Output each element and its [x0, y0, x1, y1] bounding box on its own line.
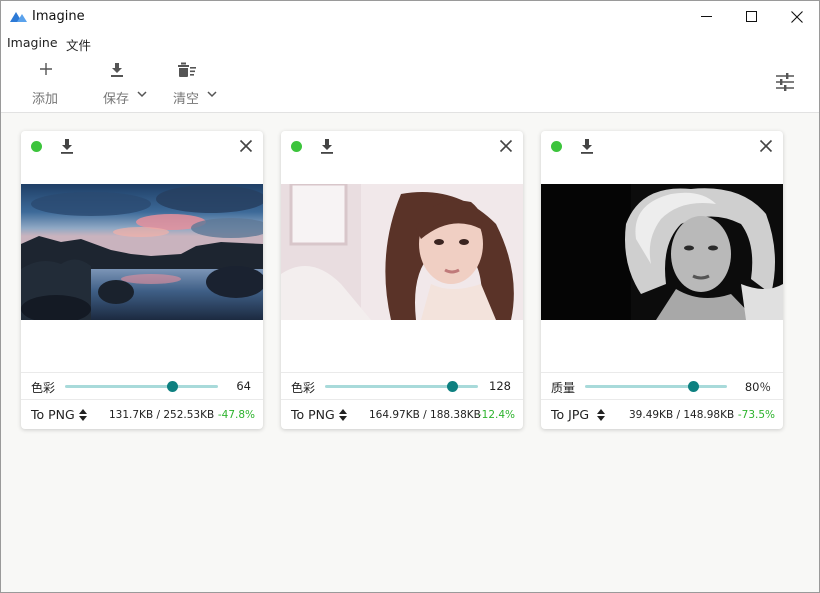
clear-button[interactable]: 清空: [171, 54, 221, 110]
option-row: 色彩 64: [21, 372, 263, 399]
option-label: 质量: [551, 381, 576, 395]
title-bar[interactable]: Imagine: [1, 1, 819, 32]
minimize-icon: [700, 16, 712, 17]
reduction-ratio: -73.5%: [737, 409, 775, 421]
format-select[interactable]: To PNG: [31, 407, 87, 422]
option-row: 质量 80％: [541, 372, 783, 399]
option-label: 色彩: [31, 381, 56, 395]
download-icon[interactable]: [59, 138, 75, 154]
image-thumbnail: [21, 184, 263, 320]
status-dot: [551, 141, 562, 152]
close-icon[interactable]: [759, 139, 773, 153]
image-card: 色彩 64 To PNG 131.7KB / 252.53KB -47.8%: [21, 131, 263, 429]
toolbar: 添加 保存 清空: [1, 54, 819, 113]
format-label: To JPG: [551, 407, 590, 422]
option-slider[interactable]: [65, 381, 218, 392]
image-thumbnail: [541, 184, 783, 320]
sort-arrows-icon: [338, 408, 347, 421]
clear-label: 清空: [173, 92, 200, 107]
menu-bar: Imagine 文件: [1, 32, 819, 54]
download-icon: [111, 63, 123, 77]
window-title: Imagine: [32, 9, 85, 24]
image-card: 色彩 128 To PNG 164.97KB / 188.38KB -12.4%: [281, 131, 523, 429]
menu-imagine[interactable]: Imagine: [7, 35, 58, 50]
status-dot: [31, 141, 42, 152]
slider-handle[interactable]: [167, 381, 179, 392]
slider-handle[interactable]: [687, 381, 699, 392]
sort-arrows-icon: [597, 408, 606, 421]
maximize-button[interactable]: [728, 1, 774, 32]
close-window-button[interactable]: [774, 1, 820, 32]
close-icon: [791, 10, 803, 23]
reduction-ratio: -47.8%: [217, 409, 255, 421]
save-label: 保存: [103, 92, 130, 107]
format-label: To PNG: [31, 407, 75, 422]
slider-handle[interactable]: [446, 381, 458, 392]
add-button[interactable]: 添加: [29, 54, 69, 110]
option-value: 80％: [744, 380, 771, 394]
maximize-icon: [745, 11, 757, 22]
download-icon[interactable]: [579, 138, 595, 154]
format-select[interactable]: To JPG: [551, 407, 606, 422]
chevron-down-icon: [137, 91, 147, 98]
status-dot: [291, 141, 302, 152]
format-label: To PNG: [291, 407, 335, 422]
option-slider[interactable]: [325, 381, 478, 392]
sort-arrows-icon: [78, 408, 87, 421]
download-icon[interactable]: [319, 138, 335, 154]
plus-icon: [40, 63, 52, 75]
format-row: To PNG 131.7KB / 252.53KB -47.8%: [21, 399, 263, 429]
option-value: 128: [489, 379, 511, 393]
option-label: 色彩: [291, 381, 316, 395]
close-icon[interactable]: [239, 139, 253, 153]
app-logo-icon: [10, 12, 27, 22]
file-sizes: 131.7KB / 252.53KB: [109, 409, 215, 421]
option-row: 色彩 128: [281, 372, 523, 399]
file-sizes: 39.49KB / 148.98KB: [629, 409, 735, 421]
reduction-ratio: -12.4%: [477, 409, 515, 421]
bw-portrait-image: [541, 184, 783, 320]
format-row: To PNG 164.97KB / 188.38KB -12.4%: [281, 399, 523, 429]
format-select[interactable]: To PNG: [291, 407, 347, 422]
chevron-down-icon: [207, 91, 217, 98]
option-value: 64: [236, 379, 251, 393]
settings-sliders-icon[interactable]: [773, 70, 797, 94]
file-sizes: 164.97KB / 188.38KB: [369, 409, 481, 421]
close-icon[interactable]: [499, 139, 513, 153]
portrait-image: [281, 184, 523, 320]
option-slider[interactable]: [585, 381, 727, 392]
minimize-button[interactable]: [683, 1, 729, 32]
format-row: To JPG 39.49KB / 148.98KB -73.5%: [541, 399, 783, 429]
clear-all-icon: [178, 62, 196, 77]
add-label: 添加: [32, 92, 59, 107]
menu-file[interactable]: 文件: [66, 35, 91, 54]
app-window: Imagine Imagine 文件 添加 保存 清空 色彩 64 To PNG…: [0, 0, 820, 593]
image-card: 质量 80％ To JPG 39.49KB / 148.98KB -73.5%: [541, 131, 783, 429]
image-thumbnail: [281, 184, 523, 320]
lake-sunset-image: [21, 184, 263, 320]
save-button[interactable]: 保存: [101, 54, 151, 110]
